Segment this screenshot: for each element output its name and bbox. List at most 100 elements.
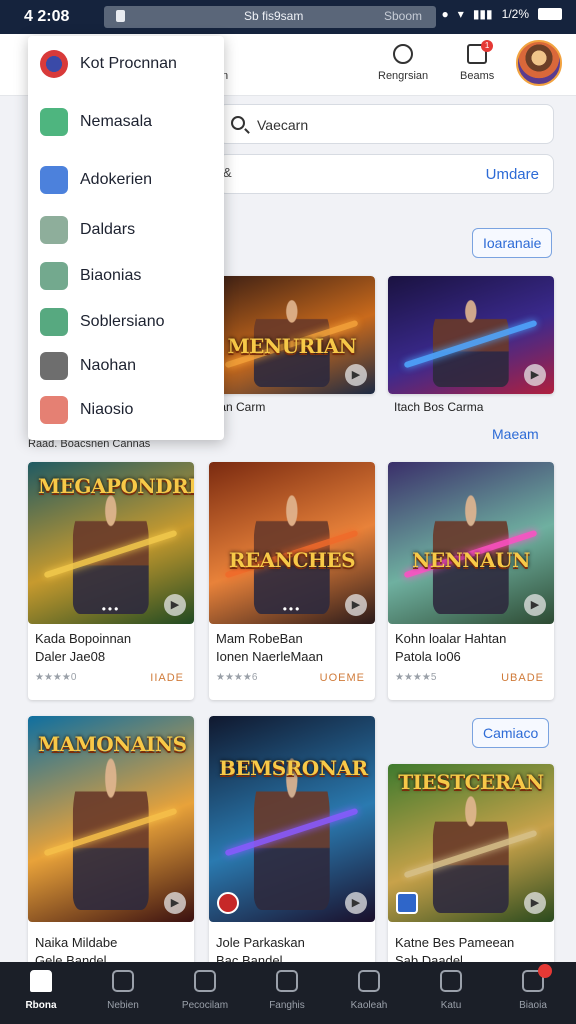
price-label: UOEME (319, 672, 365, 684)
nav-icon (522, 964, 552, 992)
url-text: Sb fis9sam (244, 9, 304, 23)
section-pill-button[interactable]: Ioaranaie (472, 228, 553, 258)
nav-item-fanghis[interactable]: Fanghis (246, 970, 328, 1011)
tag-icon (40, 216, 68, 244)
menu-item[interactable]: Biaonias (28, 254, 224, 298)
header-item-rengrsian[interactable]: Rengrsian (378, 44, 428, 82)
rating-stars: ★★★★0 (35, 672, 77, 683)
nav-item-rbona[interactable]: Rbona (0, 970, 82, 1011)
cover-title: REANCHES (228, 548, 356, 572)
play-icon[interactable]: ▶ (524, 594, 546, 616)
filter-fragment: & (223, 165, 232, 180)
nav-icon (30, 970, 52, 992)
search-icon (231, 116, 245, 130)
game-card[interactable]: MEGAPONDRI ••• ▶ Kada Bopoinnan Daler Jae08 ★… (28, 462, 194, 700)
game-title: Katne Bes Pameean (395, 935, 515, 950)
cover-title: TIESTCERAN (398, 770, 544, 794)
cover-title: NENNAUN (412, 548, 530, 572)
url-bar[interactable]: Sb fis9sam Sboom (104, 6, 436, 28)
bottom-nav: Rbona Nebien Pecocilam Fanghis Kaoleah Katu Bi… (0, 962, 576, 1024)
lock-icon (116, 10, 125, 22)
signal-icon: ▮▮▮ (472, 7, 493, 21)
featured-game-card[interactable]: MENURIAN ▶ (209, 276, 375, 394)
alarm-icon: ● (441, 7, 449, 21)
header-item-label: Beams (460, 70, 495, 82)
nav-label: Pecocilam (181, 1000, 229, 1011)
search-text: Vaecarn (257, 117, 309, 133)
cover-title: MENURIAN (227, 334, 357, 358)
price-label: IIADE (150, 672, 184, 684)
game-subtitle: Ionen NaerleMaan (216, 649, 323, 664)
nav-item-pecocilam[interactable]: Pecocilam (164, 970, 246, 1011)
status-icons: ● ▾ ▮▮▮ 1/2% (442, 7, 562, 21)
status-bar: 4 2:08 Sb fis9sam Sboom ● ▾ ▮▮▮ 1/2% (0, 0, 576, 34)
store-badge-icon (217, 892, 239, 914)
section-pill-button-2[interactable]: Camiaco (472, 718, 550, 748)
menu-item[interactable]: Nemasala (28, 100, 224, 144)
filter-row[interactable]: & Umdare (218, 154, 554, 194)
rating-stars: ★★★★5 (395, 672, 437, 683)
check-icon (40, 108, 68, 136)
battery-icon (538, 8, 562, 20)
menu-item-label: Adokerien (80, 171, 153, 188)
carousel-dots: ••• (101, 602, 121, 616)
game-card[interactable]: REANCHES ••• ▶ Mam RobeBan Ionen NaerleMaan ★… (209, 462, 375, 700)
play-icon[interactable]: ▶ (345, 364, 367, 386)
nav-item-kaoleah[interactable]: Kaoleah (328, 970, 410, 1011)
url-right-text: Sboom (383, 9, 422, 23)
game-subtitle: Daler Jae08 (35, 649, 106, 664)
nav-item-biaoia[interactable]: Biaoia (492, 964, 574, 1011)
play-icon[interactable]: ▶ (345, 892, 367, 914)
cover-title: BEMSRONAR (218, 756, 368, 780)
section-link[interactable]: Maeam (492, 426, 539, 442)
signal-text: 1/2% (501, 7, 529, 21)
menu-item[interactable]: Adokerien (28, 158, 224, 202)
dropdown-menu: Kot Procnnan Nemasala Adokerien Daldars Biao… (28, 36, 224, 440)
header-item-beams[interactable]: 1 Beams (460, 40, 495, 82)
play-icon[interactable]: ▶ (164, 594, 186, 616)
game-cover-art: MEGAPONDRI ••• ▶ (28, 462, 194, 624)
game-cover-art: REANCHES ••• ▶ (209, 462, 375, 624)
game-cover-art: NENNAUN ▶ (388, 462, 554, 624)
monitor-icon (40, 262, 68, 290)
search-input[interactable]: Vaecarn (218, 104, 554, 144)
nav-icon (358, 970, 380, 992)
nav-icon (276, 970, 298, 992)
person-icon (40, 352, 68, 380)
game-title: Kohn loalar Hahtan (395, 631, 507, 646)
game-card[interactable]: BEMSRONAR ▶ Jole Parkaskan Bac Bandel (209, 716, 375, 974)
wifi-icon: ▾ (457, 7, 464, 21)
nav-item-nebien[interactable]: Nebien (82, 970, 164, 1011)
featured-caption: Itach Bos Carma (394, 400, 484, 414)
nav-icon (112, 970, 134, 992)
menu-item[interactable]: Kot Procnnan (28, 42, 224, 86)
nav-item-katu[interactable]: Katu (410, 970, 492, 1011)
menu-item[interactable]: Niaosio (28, 388, 224, 432)
game-cover-art: ▶ (388, 276, 554, 394)
menu-item[interactable]: Daldars (28, 208, 224, 252)
compass-icon (393, 44, 414, 64)
menu-item-label: Kot Procnnan (80, 55, 177, 72)
update-button[interactable]: Umdare (486, 166, 539, 183)
play-icon[interactable]: ▶ (345, 594, 367, 616)
game-card[interactable]: NENNAUN ▶ Kohn loalar Hahtan Patola Io06 ★★★… (388, 462, 554, 700)
menu-item-label: Daldars (80, 221, 136, 238)
featured-game-card[interactable]: ▶ (388, 276, 554, 394)
play-icon[interactable]: ▶ (164, 892, 186, 914)
menu-item-label: Nemasala (80, 113, 153, 130)
play-icon[interactable]: ▶ (524, 892, 546, 914)
cover-title: MAMONAINS (37, 732, 187, 756)
menu-item-label: Naohan (80, 357, 137, 374)
play-icon[interactable]: ▶ (524, 364, 546, 386)
notification-badge: 1 (481, 40, 494, 52)
game-title: Kada Bopoinnan (35, 631, 132, 646)
chat-icon (40, 166, 68, 194)
nav-label: Biaoia (519, 1000, 547, 1011)
menu-item[interactable]: Naohan (28, 344, 224, 388)
game-card[interactable]: TIESTCERAN ▶ Katne Bes Pameean Sab Daadel (388, 764, 554, 974)
menu-item-label: Niaosio (80, 401, 134, 418)
nav-label: Kaoleah (350, 1000, 388, 1011)
menu-item[interactable]: Soblersiano (28, 300, 224, 344)
avatar[interactable] (516, 40, 562, 86)
game-card[interactable]: MAMONAINS ▶ Naika Mildabe Gele Bandel (28, 716, 194, 974)
